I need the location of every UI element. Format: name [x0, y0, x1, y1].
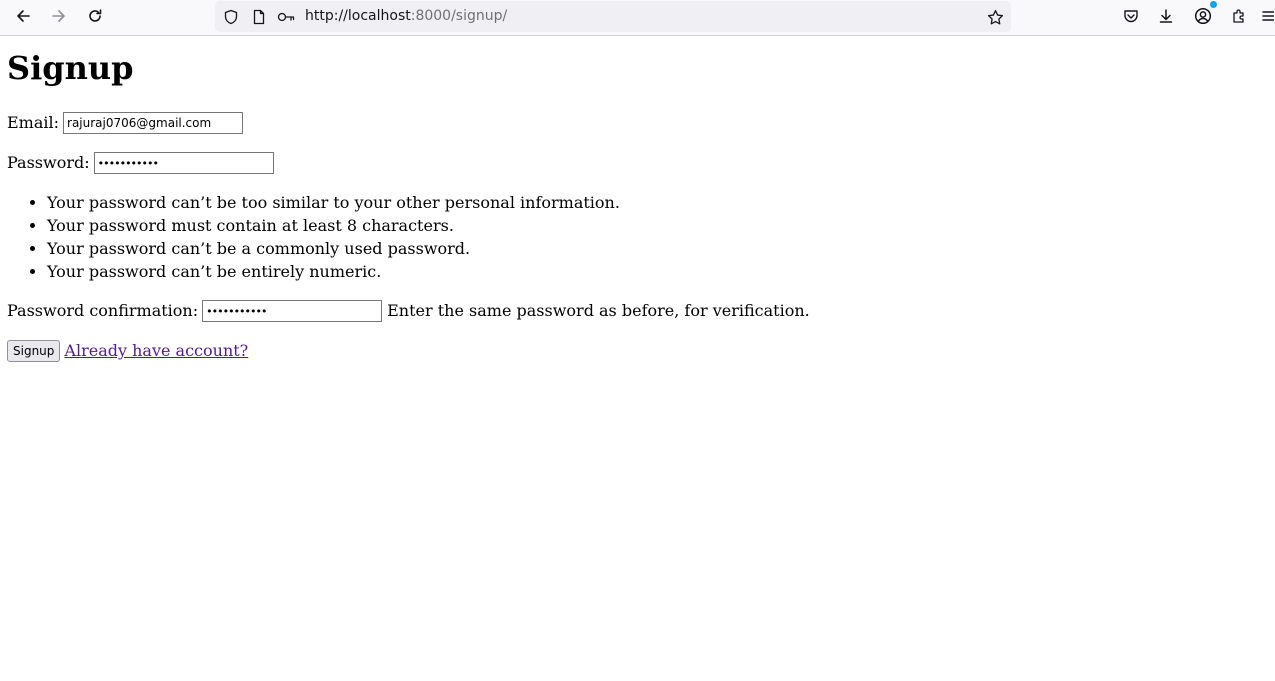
password-confirmation-field[interactable] — [202, 300, 383, 322]
password-label: Password: — [7, 153, 90, 172]
forward-button[interactable] — [45, 4, 73, 28]
email-label: Email: — [7, 113, 60, 132]
forward-arrow-icon — [52, 10, 65, 22]
menu-icon — [1262, 11, 1274, 21]
url-bar[interactable]: http://localhost:8000/signup/ — [215, 1, 1011, 32]
password-confirmation-help: Enter the same password as before, for v… — [387, 301, 810, 320]
list-item: Your password must contain at least 8 ch… — [47, 214, 620, 237]
browser-toolbar: http://localhost:8000/signup/ — [0, 0, 1275, 36]
reload-button[interactable] — [81, 4, 109, 28]
back-arrow-icon — [17, 10, 30, 22]
bookmark-star-icon[interactable] — [986, 8, 1004, 26]
password-help-list: Your password can’t be too similar to yo… — [7, 191, 620, 283]
pocket-icon — [1124, 10, 1138, 23]
download-icon — [1159, 9, 1173, 23]
password-field[interactable] — [93, 152, 274, 174]
page-content: Signup Email: Password: Your password ca… — [0, 37, 1275, 681]
account-button[interactable] — [1189, 1, 1217, 28]
extensions-button[interactable] — [1225, 4, 1253, 28]
email-field[interactable] — [63, 112, 244, 134]
account-icon — [1194, 7, 1212, 25]
email-row: Email: — [7, 112, 244, 134]
url-text[interactable]: http://localhost:8000/signup/ — [305, 7, 507, 25]
password-confirmation-label: Password confirmation: — [7, 301, 199, 320]
notification-dot — [1210, 1, 1217, 8]
shield-icon[interactable] — [222, 8, 240, 26]
back-button[interactable] — [9, 4, 37, 28]
downloads-button[interactable] — [1152, 4, 1180, 28]
actions-row: Signup Already have account? — [7, 340, 248, 362]
page-icon[interactable] — [250, 8, 268, 26]
extensions-icon — [1233, 9, 1244, 23]
reload-icon — [89, 9, 102, 22]
list-item: Your password can’t be entirely numeric. — [47, 260, 620, 283]
list-item: Your password can’t be a commonly used p… — [47, 237, 620, 260]
signup-button[interactable]: Signup — [7, 340, 61, 362]
url-host: http://localhost — [305, 8, 411, 24]
login-link[interactable]: Already have account? — [64, 340, 248, 362]
pocket-button[interactable] — [1117, 4, 1145, 28]
list-item: Your password can’t be too similar to yo… — [47, 191, 620, 214]
password-row: Password: — [7, 152, 274, 174]
password-confirmation-row: Password confirmation: Enter the same pa… — [7, 300, 810, 322]
page-title: Signup — [7, 49, 134, 87]
menu-button[interactable] — [1259, 4, 1275, 28]
key-icon[interactable] — [277, 8, 295, 26]
url-path: :8000/signup/ — [410, 8, 508, 24]
